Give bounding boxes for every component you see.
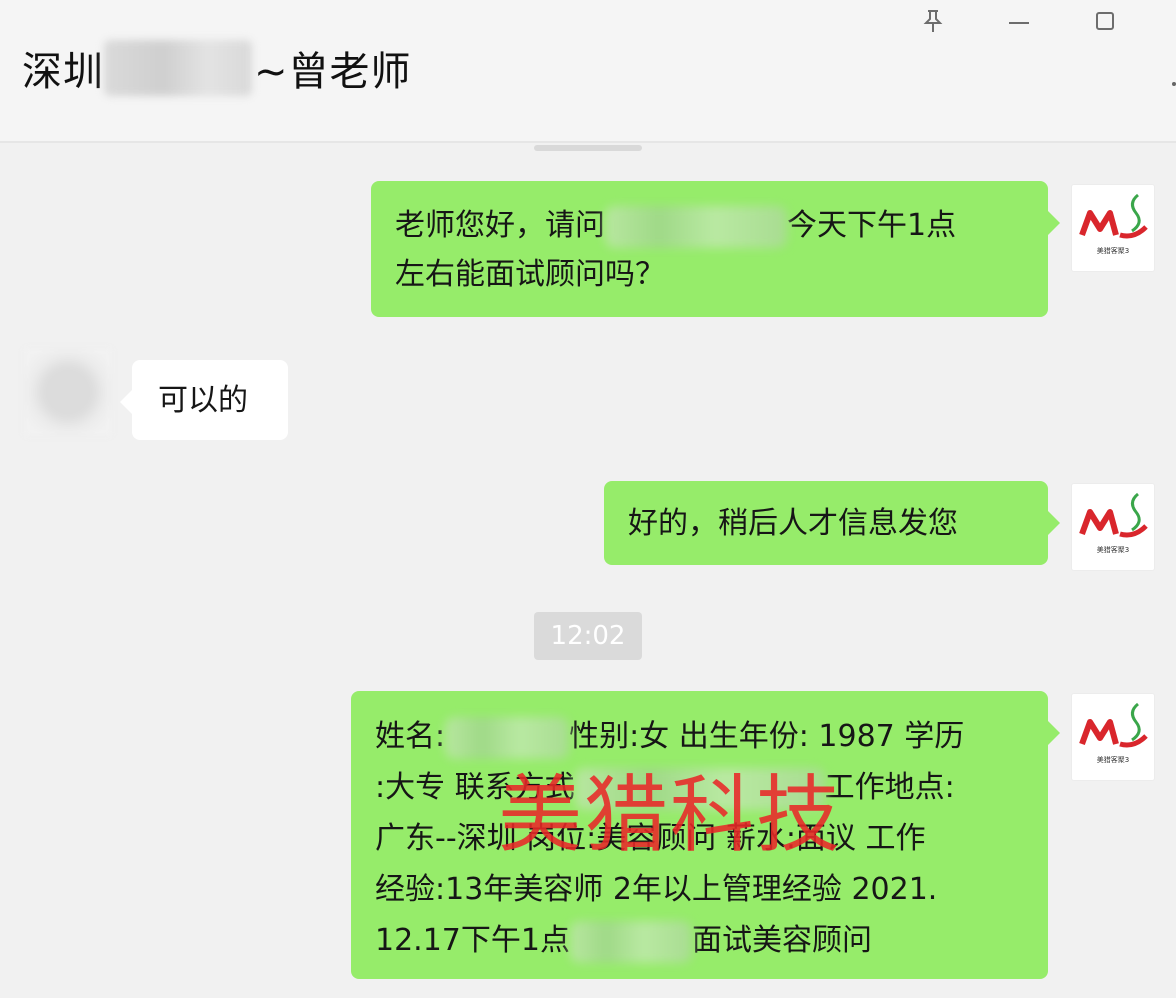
message-text: :大专 联系方式 [375,770,575,805]
title-suffix: ~曾老师 [254,49,412,95]
message-bubble-self[interactable]: 姓名: 性别:女 出生年份: 1987 学历 :大专 联系方式 工作地点: 广东--… [351,691,1060,979]
logo-caption: 美猎客聚3 [1096,247,1130,255]
message-line: :大专 联系方式 工作地点: [375,762,1024,813]
scroll-indicator [534,145,642,151]
message-text: 经验:13年美容师 2年以上管理经验 2021. [375,872,938,907]
chat-header: 深圳 ~曾老师 [0,0,1176,143]
minimize-icon[interactable] [1004,6,1034,36]
redacted-text [445,716,570,759]
company-logo-icon [1079,193,1148,239]
title-prefix: 深圳 [22,49,104,95]
message-text: 性别:女 出生年份: 1987 学历 [569,719,965,754]
company-logo-icon [1079,702,1148,748]
redacted-name [104,40,252,96]
logo-caption: 美猎客聚3 [1096,546,1130,554]
redacted-text [605,205,787,248]
message-line: 12.17下午1点 面试美容顾问 [375,915,1024,966]
message-text: 工作地点: [824,770,955,805]
avatar-self[interactable]: 美猎客聚3 [1072,484,1154,570]
message-line: 姓名: 性别:女 出生年份: 1987 学历 [375,711,1024,762]
message-bubble-self[interactable]: 老师您好，请问 今天下午1点 左右能面试顾问吗？ [371,181,1060,317]
message-bubble-self[interactable]: 好的，稍后人才信息发您 [604,481,1060,565]
message-timestamp: 12:02 [534,612,642,660]
pin-icon[interactable] [918,6,948,36]
logo-caption: 美猎客聚3 [1096,756,1130,764]
chat-title: 深圳 ~曾老师 [22,38,412,98]
redacted-text [574,767,825,810]
message-text: 面试美容顾问 [691,923,872,958]
redacted-text [569,920,692,963]
avatar-self[interactable]: 美猎客聚3 [1072,694,1154,780]
message-text: 左右能面试顾问吗？ [395,257,665,292]
message-line: 老师您好，请问 今天下午1点 [395,201,1024,250]
message-text: 广东--深圳 岗位:美容顾问 薪水:面议 工作 [375,821,926,856]
message-text: 好的，稍后人才信息发您 [628,506,958,541]
avatar-self[interactable]: 美猎客聚3 [1072,185,1154,271]
message-text: 姓名: [375,719,446,754]
message-text: 可以的 [158,383,248,418]
message-text: 老师您好，请问 [395,208,605,243]
more-icon[interactable] [1168,74,1176,94]
message-bubble-other[interactable]: 可以的 [120,360,288,440]
avatar-other[interactable] [24,348,112,436]
maximize-icon[interactable] [1090,6,1120,36]
message-text: 今天下午1点 [787,208,957,243]
message-text: 12.17下午1点 [375,923,570,958]
company-logo-icon [1079,492,1148,538]
